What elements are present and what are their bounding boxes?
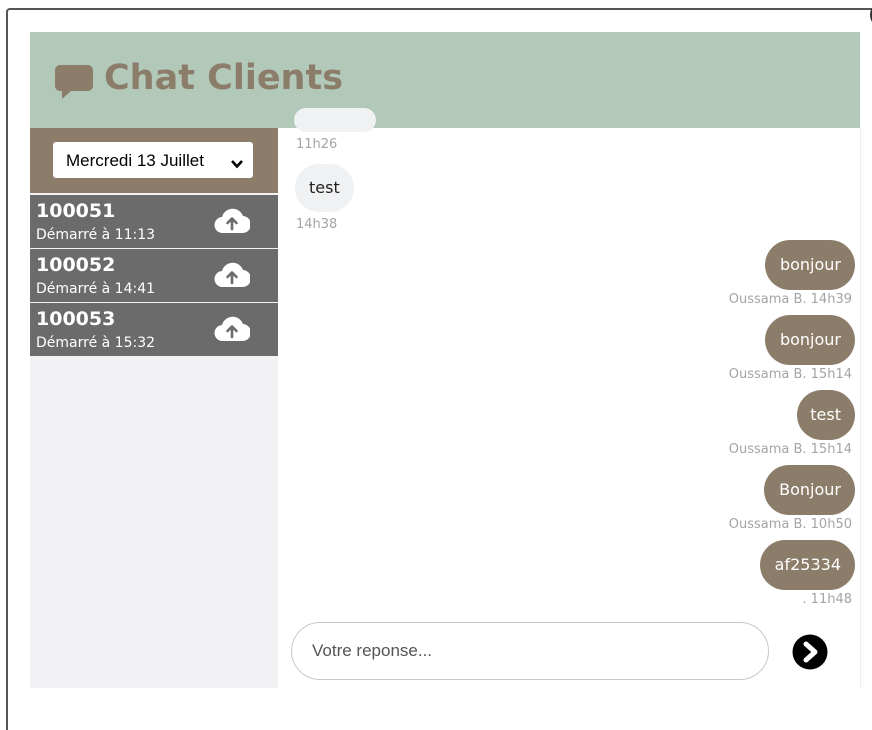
message-bubble-incoming: test <box>295 164 354 212</box>
arrow-right-circle-icon <box>792 634 828 670</box>
message-text: test <box>309 178 340 197</box>
conversation-id: 100052 <box>36 254 116 276</box>
message-meta: Oussama B. 15h14 <box>728 367 852 382</box>
conversation-id: 100051 <box>36 200 116 222</box>
message-text: Bonjour <box>779 480 841 499</box>
send-button[interactable] <box>792 634 828 670</box>
message-meta: . 11h48 <box>802 592 852 607</box>
message-time: 14h38 <box>296 217 338 232</box>
message-bubble-outgoing: test <box>797 390 855 440</box>
date-select[interactable]: Mercredi 13 Juillet <box>53 142 253 178</box>
message-bubble-outgoing: Bonjour <box>764 465 855 515</box>
chat-header: Chat Clients <box>30 32 860 128</box>
conversation-start-time: Démarré à 11:13 <box>36 227 156 243</box>
message-text: bonjour <box>779 330 841 349</box>
message-meta: Oussama B. 15h14 <box>728 442 852 457</box>
message-meta: Oussama B. 14h39 <box>728 292 852 307</box>
conversation-start-time: Démarré à 14:41 <box>36 281 156 297</box>
page-title: Chat Clients <box>104 58 344 98</box>
message-bubble-outgoing: bonjour <box>765 240 855 290</box>
conversation-start-time: Démarré à 15:32 <box>36 335 156 351</box>
reply-input[interactable] <box>291 622 769 680</box>
message-bubble-outgoing: bonjour <box>765 315 855 365</box>
sidebar: Mercredi 13 Juillet 100051 Démarré à 11:… <box>30 128 278 688</box>
conversation-item[interactable]: 100051 Démarré à 11:13 <box>30 195 278 248</box>
message-bubble-incoming <box>294 108 376 132</box>
date-filter: Mercredi 13 Juillet <box>30 128 278 193</box>
conversation-item[interactable]: 100052 Démarré à 14:41 <box>30 249 278 302</box>
speech-bubble-icon <box>55 64 93 104</box>
cloud-upload-icon[interactable] <box>214 208 252 238</box>
message-text: bonjour <box>779 255 841 274</box>
message-text: test <box>810 405 841 424</box>
conversation-id: 100053 <box>36 308 116 330</box>
cloud-upload-icon[interactable] <box>214 262 252 292</box>
message-text: af25334 <box>774 555 841 574</box>
conversation-item[interactable]: 100053 Démarré à 15:32 <box>30 303 278 356</box>
message-bubble-outgoing: af25334 <box>760 540 855 590</box>
message-meta: Oussama B. 10h50 <box>728 517 852 532</box>
chevron-down-icon <box>231 154 243 174</box>
date-select-value: Mercredi 13 Juillet <box>66 151 204 170</box>
cloud-upload-icon[interactable] <box>214 316 252 346</box>
message-thread[interactable]: 11h26 test 14h38 bonjour Oussama B. 14h3… <box>278 108 861 688</box>
message-time: 11h26 <box>296 137 338 152</box>
